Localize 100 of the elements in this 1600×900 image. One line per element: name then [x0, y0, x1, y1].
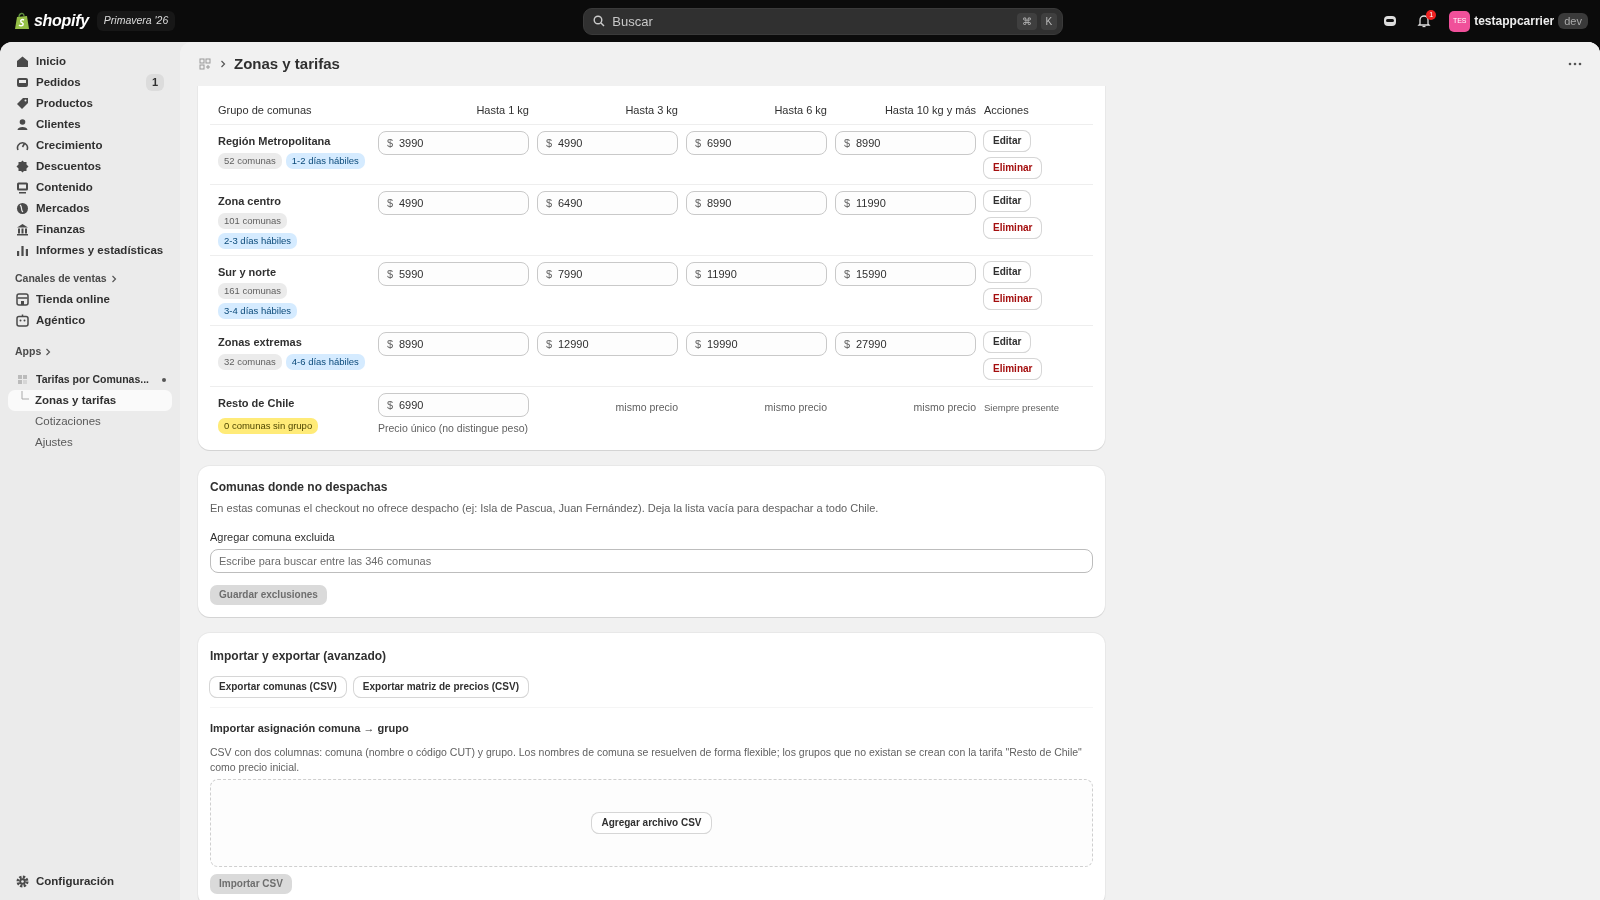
sidebar-item[interactable]: Finanzas: [8, 219, 172, 240]
sidebar-item[interactable]: Inicio: [8, 51, 172, 72]
house-icon: [16, 55, 29, 68]
edit-button[interactable]: Editar: [984, 131, 1031, 151]
bank-icon: [16, 223, 29, 236]
robot-icon: [16, 314, 29, 327]
delivery-time-tag: 2-3 días hábiles: [218, 232, 298, 249]
sidebar-item[interactable]: Mercados: [8, 198, 172, 219]
currency-symbol: $: [387, 266, 394, 281]
search-icon: [593, 14, 606, 27]
sidebar-item[interactable]: Zonas y tarifas: [8, 390, 172, 411]
bar-chart-icon: [16, 244, 29, 257]
inbox-icon: [16, 76, 29, 89]
robot-face-icon: [1383, 14, 1398, 28]
currency-symbol: $: [546, 136, 553, 150]
field-label: Agregar comuna excluida: [210, 529, 336, 545]
section-title: Importar asignación comuna → grupo: [210, 721, 410, 736]
section-heading[interactable]: Apps: [8, 341, 172, 362]
group-name: Región Metropolitana: [218, 134, 332, 149]
sidebar-item[interactable]: Agéntico: [8, 310, 172, 331]
chevron-right-icon: [110, 274, 117, 283]
column-header: Acciones: [984, 102, 1030, 118]
column-header: Hasta 1 kg: [475, 102, 529, 118]
delete-button[interactable]: Eliminar: [984, 158, 1042, 178]
comunas-count: 52 comunas: [218, 152, 282, 169]
globe-icon: [16, 202, 29, 215]
more-actions-button[interactable]: [1568, 62, 1582, 66]
comunas-count: 161 comunas: [218, 283, 288, 299]
sidebar-item[interactable]: Productos: [8, 93, 172, 114]
same-price-note: mismo precio: [913, 401, 976, 413]
apps-icon: [198, 57, 212, 71]
settings-icon: [16, 875, 29, 888]
currency-symbol: $: [546, 266, 553, 281]
logo-text: shopify: [34, 11, 89, 31]
comunas-count: 32 comunas: [218, 353, 282, 370]
gauge-icon: [16, 139, 29, 152]
edit-button[interactable]: Editar: [984, 261, 1031, 282]
edit-button[interactable]: Editar: [984, 191, 1031, 211]
sidebar-item[interactable]: Crecimiento: [8, 135, 172, 156]
count-badge: 1: [145, 74, 164, 91]
currency-symbol: $: [695, 266, 702, 281]
card-description: En estas comunas el checkout no ofrece despacho (ej: Isla de Pascua, Juan Fernández). Deja la lista vacía para despachar a todo Chile.: [210, 501, 880, 516]
field-help-text: Precio único (no distingue peso): [378, 421, 529, 436]
currency-symbol: $: [695, 136, 702, 150]
delivery-time-tag: 1-2 días hábiles: [285, 152, 365, 169]
sidebar-item[interactable]: Descuentos: [8, 156, 172, 177]
currency-symbol: $: [844, 136, 851, 150]
card-title: Importar y exportar (avanzado): [210, 648, 388, 665]
export-button[interactable]: Exportar matriz de precios (CSV): [353, 677, 528, 697]
section-heading[interactable]: Canales de ventas: [8, 268, 172, 289]
sidebar-item[interactable]: Pedidos 1: [8, 72, 172, 93]
currency-symbol: $: [844, 266, 851, 281]
currency-symbol: $: [387, 398, 394, 412]
chevron-right-icon: [45, 347, 52, 356]
currency-symbol: $: [695, 337, 702, 351]
add-file-button[interactable]: Agregar archivo CSV: [592, 812, 711, 833]
same-price-note: mismo precio: [764, 401, 827, 413]
chevron-right-icon: [220, 60, 226, 68]
action-note: Siempre presente: [984, 402, 1059, 413]
same-price-note: mismo precio: [615, 401, 678, 413]
page-title: Zonas y tarifas: [234, 53, 340, 74]
currency-symbol: $: [546, 337, 553, 351]
search-field[interactable]: Escribe para buscar entre las 346 comunas: [210, 549, 1093, 573]
delivery-time-tag: 4-6 días hábiles: [285, 353, 365, 370]
card-title: Comunas donde no despachas: [210, 479, 389, 496]
settings-item[interactable]: Configuración: [8, 871, 172, 892]
edit-button[interactable]: Editar: [984, 332, 1031, 352]
currency-symbol: $: [695, 196, 702, 210]
app-grid-icon: [16, 373, 29, 386]
edition-badge: Primavera '26: [96, 11, 176, 31]
assistant-button[interactable]: [1383, 14, 1398, 28]
group-name: Zona centro: [218, 194, 282, 209]
sidebar-item[interactable]: Clientes: [8, 114, 172, 135]
section-description: CSV con dos columnas: comuna (nombre o código CUT) y grupo. Los nombres de comuna se resuelven de forma flexible; los grupos que no existan se crean con la tarifa "Resto de Chile" como precio inicial.: [210, 744, 1083, 775]
sidebar-item[interactable]: Tienda online: [8, 289, 172, 310]
monitor-icon: [16, 181, 29, 194]
sidebar-item[interactable]: Cotizaciones: [8, 411, 172, 432]
currency-symbol: $: [844, 196, 851, 210]
sidebar-item[interactable]: Contenido: [8, 177, 172, 198]
comunas-count: 101 comunas: [218, 212, 288, 229]
store-badge: dev: [1558, 12, 1588, 30]
group-name: Resto de Chile: [218, 396, 296, 411]
currency-symbol: $: [844, 337, 851, 351]
bell-icon: [1417, 14, 1432, 28]
delete-button[interactable]: Eliminar: [984, 218, 1042, 238]
sidebar-item[interactable]: Tarifas por Comunas...: [8, 369, 172, 390]
storefront-icon: [16, 293, 29, 306]
currency-symbol: $: [546, 196, 553, 210]
delete-button[interactable]: Eliminar: [984, 359, 1042, 379]
sidebar-item[interactable]: Informes y estadísticas: [8, 240, 172, 261]
tree-connector-icon: [20, 391, 30, 403]
delete-button[interactable]: Eliminar: [984, 288, 1042, 309]
group-name: Zonas extremas: [218, 335, 303, 350]
column-header: Hasta 3 kg: [624, 102, 678, 118]
column-header: Hasta 10 kg y más: [883, 102, 976, 118]
store-name: testappcarrier: [1474, 13, 1555, 30]
file-dropzone[interactable]: Agregar archivo CSV: [210, 778, 1093, 867]
sidebar-item[interactable]: Ajustes: [8, 432, 172, 453]
export-button[interactable]: Exportar comunas (CSV): [210, 677, 346, 697]
currency-symbol: $: [387, 337, 394, 351]
